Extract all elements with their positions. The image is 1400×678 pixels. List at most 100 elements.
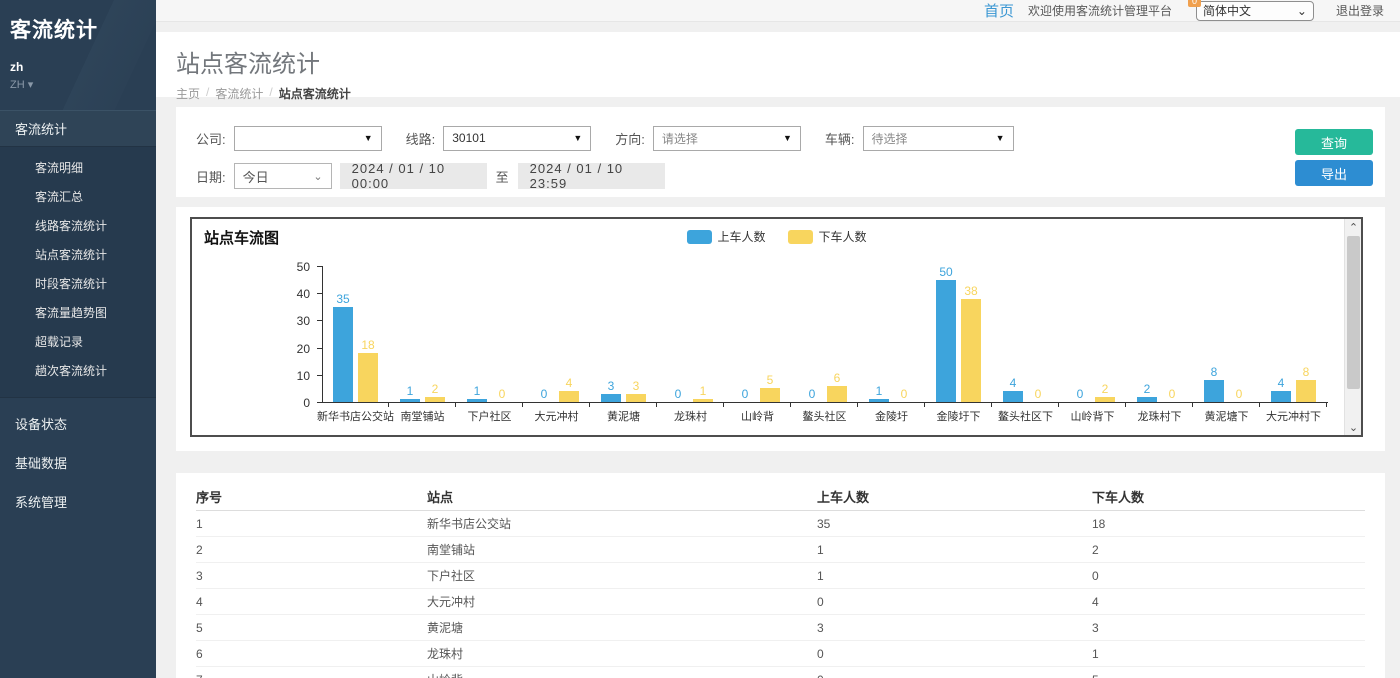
bar-rect[interactable] bbox=[333, 307, 353, 402]
logout-link[interactable]: 退出登录 bbox=[1336, 2, 1384, 19]
bar-group-南堂铺站: 12南堂铺站 bbox=[389, 266, 456, 402]
bar-下车人数[interactable]: 6 bbox=[827, 266, 847, 402]
bar-上车人数[interactable]: 0 bbox=[802, 266, 822, 402]
direction-select[interactable]: 请选择 ▼ bbox=[653, 126, 801, 151]
bar-rect[interactable] bbox=[1204, 380, 1224, 402]
bar-rect[interactable] bbox=[961, 299, 981, 402]
user-name: zh bbox=[10, 60, 146, 74]
bar-rect[interactable] bbox=[1296, 380, 1316, 402]
bar-上车人数[interactable]: 35 bbox=[333, 266, 353, 402]
bar-rect[interactable] bbox=[760, 388, 780, 402]
bar-rect[interactable] bbox=[936, 280, 956, 402]
date-to-input[interactable]: 2024 / 01 / 10 23:59 bbox=[518, 163, 665, 189]
dropdown-arrow-icon: ▼ bbox=[996, 133, 1005, 143]
bar-rect[interactable] bbox=[467, 399, 487, 402]
bar-rect[interactable] bbox=[626, 394, 646, 402]
bar-上车人数[interactable]: 4 bbox=[1271, 266, 1291, 402]
date-to-label: 至 bbox=[496, 167, 509, 186]
sidebar-item-超载记录[interactable]: 超载记录 bbox=[0, 327, 156, 356]
bar-下车人数[interactable]: 0 bbox=[1028, 266, 1048, 402]
export-button[interactable]: 导出 bbox=[1295, 160, 1373, 186]
bar-下车人数[interactable]: 4 bbox=[559, 266, 579, 402]
bar-value-label: 2 bbox=[1144, 383, 1151, 395]
sidebar-item-客流汇总[interactable]: 客流汇总 bbox=[0, 182, 156, 211]
sidebar-item-站点客流统计[interactable]: 站点客流统计 bbox=[0, 240, 156, 269]
table-row: 1新华书店公交站3518 bbox=[196, 511, 1365, 537]
bar-下车人数[interactable]: 3 bbox=[626, 266, 646, 402]
bar-rect[interactable] bbox=[693, 399, 713, 402]
table-cell: 6 bbox=[196, 647, 427, 661]
bar-rect[interactable] bbox=[559, 391, 579, 402]
scroll-down-icon[interactable]: ⌄ bbox=[1345, 419, 1362, 435]
bar-value-label: 0 bbox=[1035, 388, 1042, 400]
bar-下车人数[interactable]: 1 bbox=[693, 266, 713, 402]
bar-rect[interactable] bbox=[400, 399, 420, 402]
bar-下车人数[interactable]: 5 bbox=[760, 266, 780, 402]
sidebar-item-设备状态[interactable]: 设备状态 bbox=[0, 404, 156, 443]
bar-上车人数[interactable]: 4 bbox=[1003, 266, 1023, 402]
legend-item-上车人数[interactable]: 上车人数 bbox=[686, 228, 765, 245]
table-header-cell: 序号 bbox=[196, 487, 427, 506]
bar-下车人数[interactable]: 18 bbox=[358, 266, 378, 402]
line-select[interactable]: 30101 ▼ bbox=[443, 126, 591, 151]
bar-上车人数[interactable]: 0 bbox=[534, 266, 554, 402]
bar-上车人数[interactable]: 8 bbox=[1204, 266, 1224, 402]
bar-rect[interactable] bbox=[358, 353, 378, 402]
bar-上车人数[interactable]: 0 bbox=[1070, 266, 1090, 402]
bar-下车人数[interactable]: 0 bbox=[1162, 266, 1182, 402]
bar-上车人数[interactable]: 0 bbox=[668, 266, 688, 402]
language-select[interactable]: 简体中文 ⌄ bbox=[1196, 1, 1314, 21]
company-select[interactable]: ▼ bbox=[234, 126, 382, 151]
direction-select-placeholder: 请选择 bbox=[662, 130, 698, 147]
bar-上车人数[interactable]: 50 bbox=[936, 266, 956, 402]
bar-rect[interactable] bbox=[425, 397, 445, 402]
chart-title: 站点车流图 bbox=[204, 227, 279, 248]
bar-下车人数[interactable]: 0 bbox=[1229, 266, 1249, 402]
bar-上车人数[interactable]: 1 bbox=[467, 266, 487, 402]
bar-rect[interactable] bbox=[601, 394, 621, 402]
bar-下车人数[interactable]: 0 bbox=[894, 266, 914, 402]
bar-rect[interactable] bbox=[1095, 397, 1115, 402]
bar-上车人数[interactable]: 2 bbox=[1137, 266, 1157, 402]
date-preset-select[interactable]: 今日 ⌄ bbox=[234, 163, 332, 189]
table-cell: 0 bbox=[817, 595, 1092, 609]
bar-上车人数[interactable]: 0 bbox=[735, 266, 755, 402]
bar-value-label: 0 bbox=[742, 388, 749, 400]
bar-value-label: 3 bbox=[633, 380, 640, 392]
bar-rect[interactable] bbox=[1271, 391, 1291, 402]
bar-rect[interactable] bbox=[827, 386, 847, 402]
user-lang-dropdown[interactable]: ZH ▾ bbox=[10, 78, 146, 91]
date-from-input[interactable]: 2024 / 01 / 10 00:00 bbox=[340, 163, 487, 189]
sidebar-item-系统管理[interactable]: 系统管理 bbox=[0, 482, 156, 521]
legend-item-下车人数[interactable]: 下车人数 bbox=[788, 228, 867, 245]
vehicle-select[interactable]: 待选择 ▼ bbox=[863, 126, 1014, 151]
sidebar-item-passenger-stats[interactable]: 客流统计 bbox=[0, 111, 156, 147]
query-button[interactable]: 查询 bbox=[1295, 129, 1373, 155]
table-cell: 4 bbox=[196, 595, 427, 609]
scrollbar-thumb[interactable] bbox=[1347, 236, 1360, 389]
sidebar-item-线路客流统计[interactable]: 线路客流统计 bbox=[0, 211, 156, 240]
sidebar-item-趟次客流统计[interactable]: 趟次客流统计 bbox=[0, 356, 156, 385]
scroll-up-icon[interactable]: ⌃ bbox=[1345, 219, 1362, 235]
bar-上车人数[interactable]: 3 bbox=[601, 266, 621, 402]
bar-group-新华书店公交站: 3518新华书店公交站 bbox=[322, 266, 389, 402]
sidebar-item-基础数据[interactable]: 基础数据 bbox=[0, 443, 156, 482]
sidebar-item-客流明细[interactable]: 客流明细 bbox=[0, 153, 156, 182]
bar-rect[interactable] bbox=[1137, 397, 1157, 402]
bar-下车人数[interactable]: 8 bbox=[1296, 266, 1316, 402]
sidebar-item-时段客流统计[interactable]: 时段客流统计 bbox=[0, 269, 156, 298]
bar-下车人数[interactable]: 0 bbox=[492, 266, 512, 402]
bar-value-label: 0 bbox=[541, 388, 548, 400]
sidebar-item-客流量趋势图[interactable]: 客流量趋势图 bbox=[0, 298, 156, 327]
legend-label: 上车人数 bbox=[717, 228, 765, 245]
bar-rect[interactable] bbox=[869, 399, 889, 402]
bar-上车人数[interactable]: 1 bbox=[869, 266, 889, 402]
bar-下车人数[interactable]: 2 bbox=[1095, 266, 1115, 402]
bar-下车人数[interactable]: 2 bbox=[425, 266, 445, 402]
bar-下车人数[interactable]: 38 bbox=[961, 266, 981, 402]
bar-rect[interactable] bbox=[1003, 391, 1023, 402]
chart-scrollbar[interactable]: ⌃ ⌄ bbox=[1344, 219, 1361, 435]
table-cell: 2 bbox=[196, 543, 427, 557]
home-link[interactable]: 首页 bbox=[984, 0, 1014, 21]
bar-上车人数[interactable]: 1 bbox=[400, 266, 420, 402]
